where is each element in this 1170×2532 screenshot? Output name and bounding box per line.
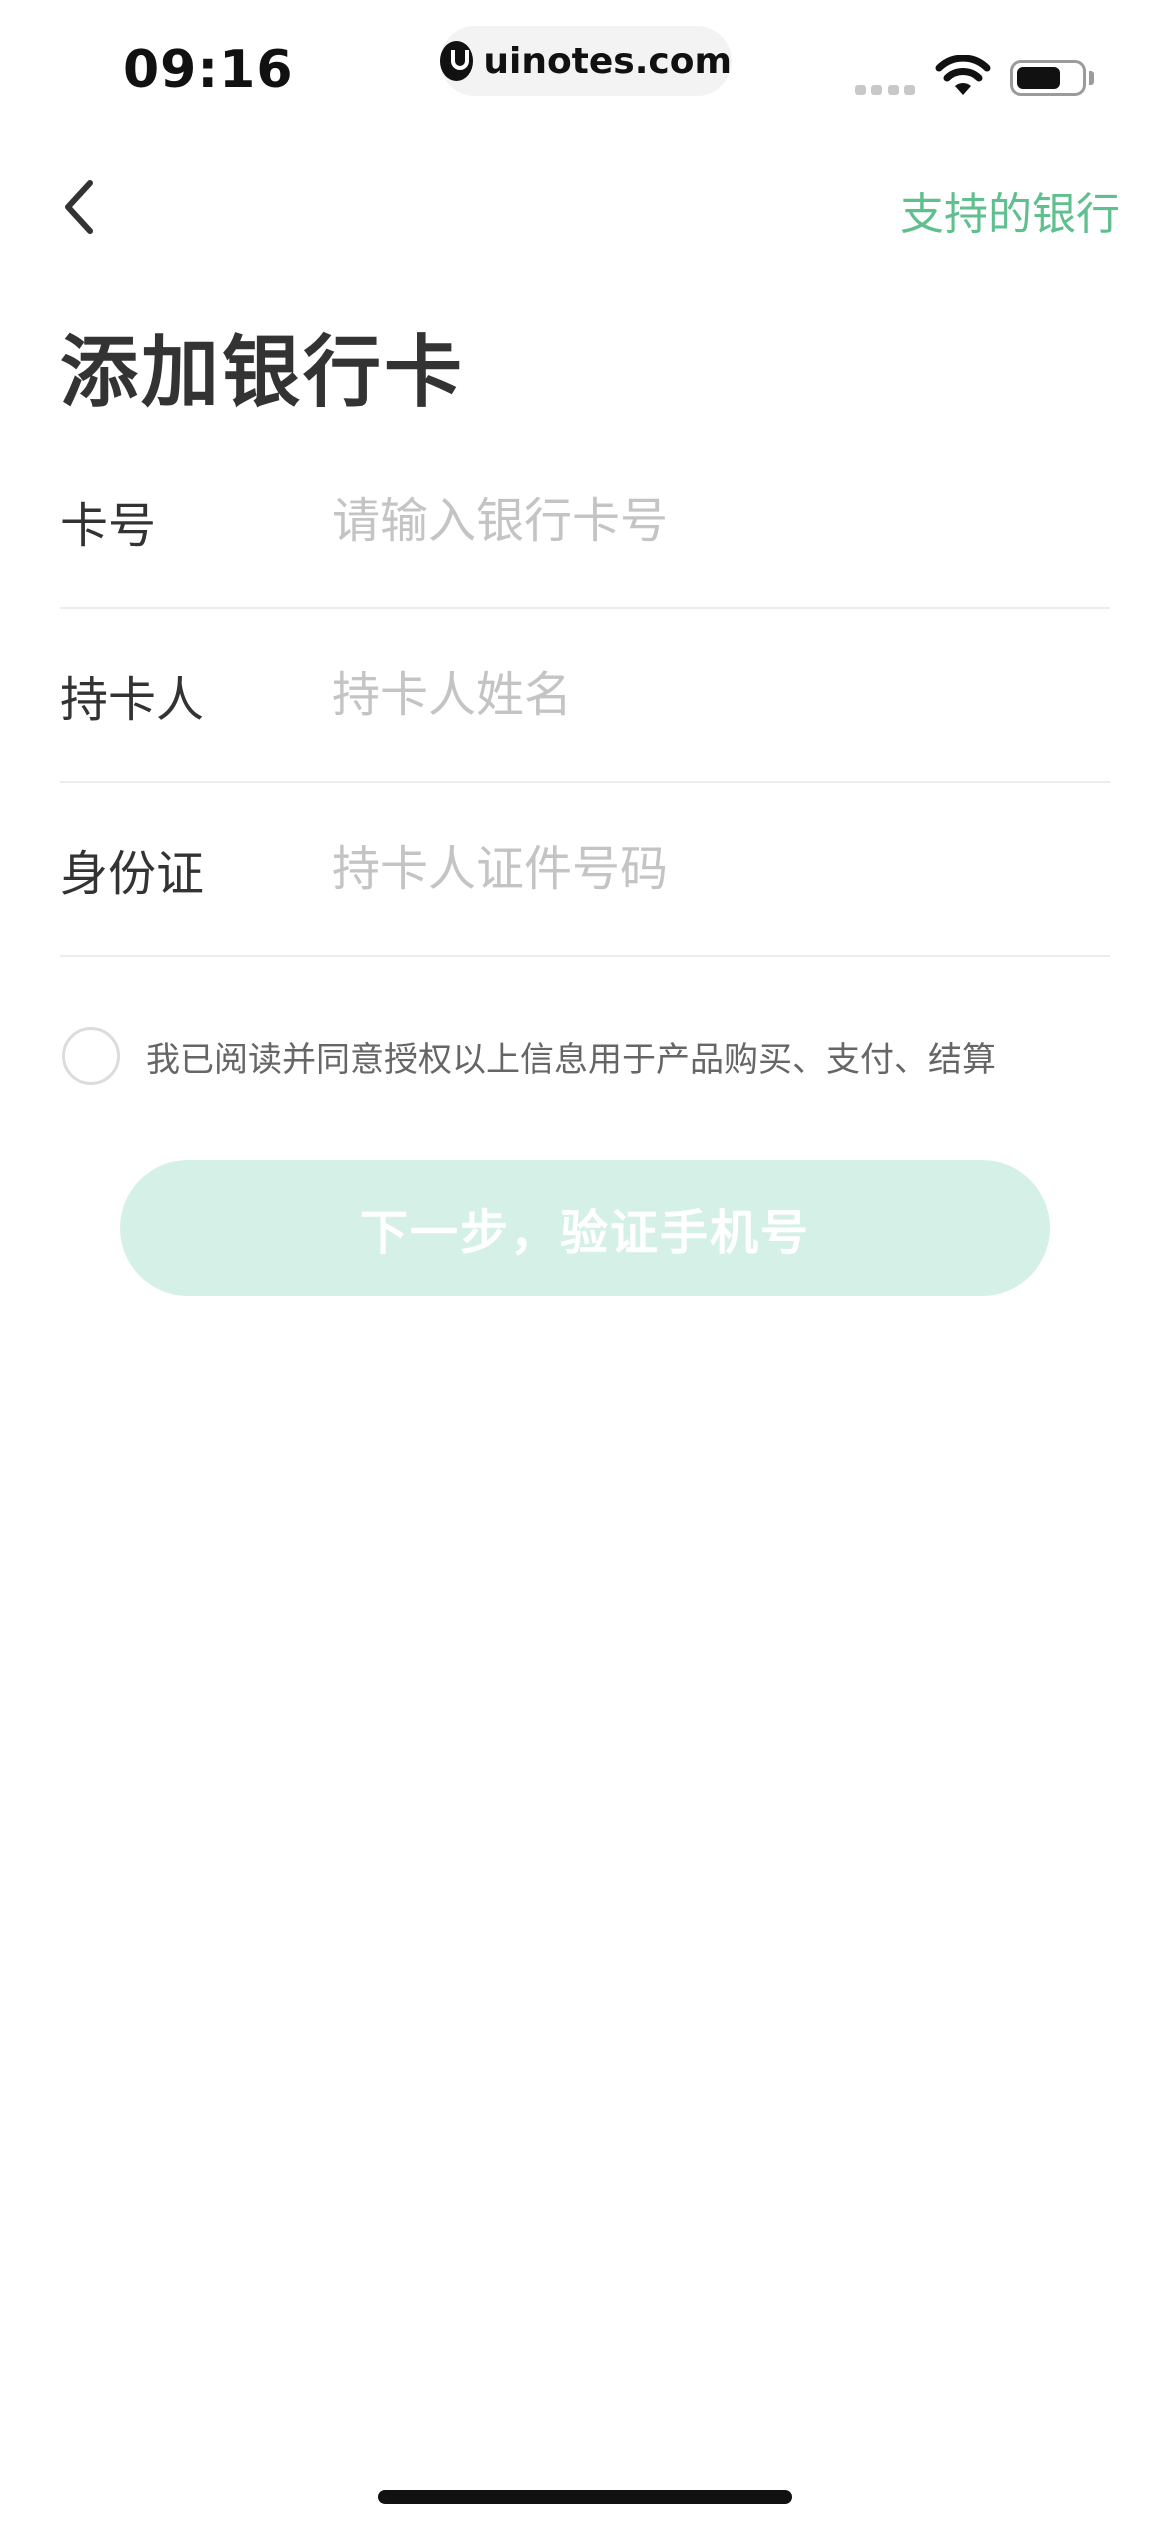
agreement: 我已阅读并同意授权以上信息用于产品购买、支付、结算 — [62, 1024, 1112, 1088]
status-time: 09:16 — [123, 40, 294, 100]
signal-icon — [855, 85, 915, 95]
url-pill[interactable]: uinotes.com — [440, 26, 732, 96]
form-row-id-card: 身份证 — [60, 783, 1110, 957]
next-verify-phone-button[interactable]: 下一步，验证手机号 — [120, 1160, 1050, 1296]
home-indicator — [378, 2490, 792, 2504]
bank-card-form: 卡号 持卡人 身份证 — [60, 435, 1110, 957]
page-title: 添加银行卡 — [60, 328, 466, 418]
wifi-icon — [935, 55, 991, 95]
form-row-cardholder: 持卡人 — [60, 609, 1110, 783]
chevron-left-icon — [65, 180, 93, 234]
card-number-input[interactable] — [332, 481, 1110, 561]
cardholder-input[interactable] — [332, 655, 1110, 735]
back-button[interactable] — [50, 172, 110, 242]
card-number-label: 卡号 — [60, 498, 157, 554]
supported-banks-link[interactable]: 支持的银行 — [900, 178, 1120, 242]
form-row-card-number: 卡号 — [60, 435, 1110, 609]
cardholder-label: 持卡人 — [60, 672, 205, 728]
uinotes-logo-icon — [440, 41, 474, 81]
id-card-label: 身份证 — [60, 846, 205, 902]
status-bar: 09:16 uinotes.com — [0, 0, 1170, 140]
agree-checkbox[interactable] — [62, 1027, 120, 1085]
agreement-text: 我已阅读并同意授权以上信息用于产品购买、支付、结算 — [146, 1039, 996, 1080]
battery-cap — [1089, 71, 1094, 85]
id-card-input[interactable] — [332, 829, 1110, 909]
battery-icon — [1010, 60, 1086, 96]
url-text: uinotes.com — [483, 40, 732, 82]
